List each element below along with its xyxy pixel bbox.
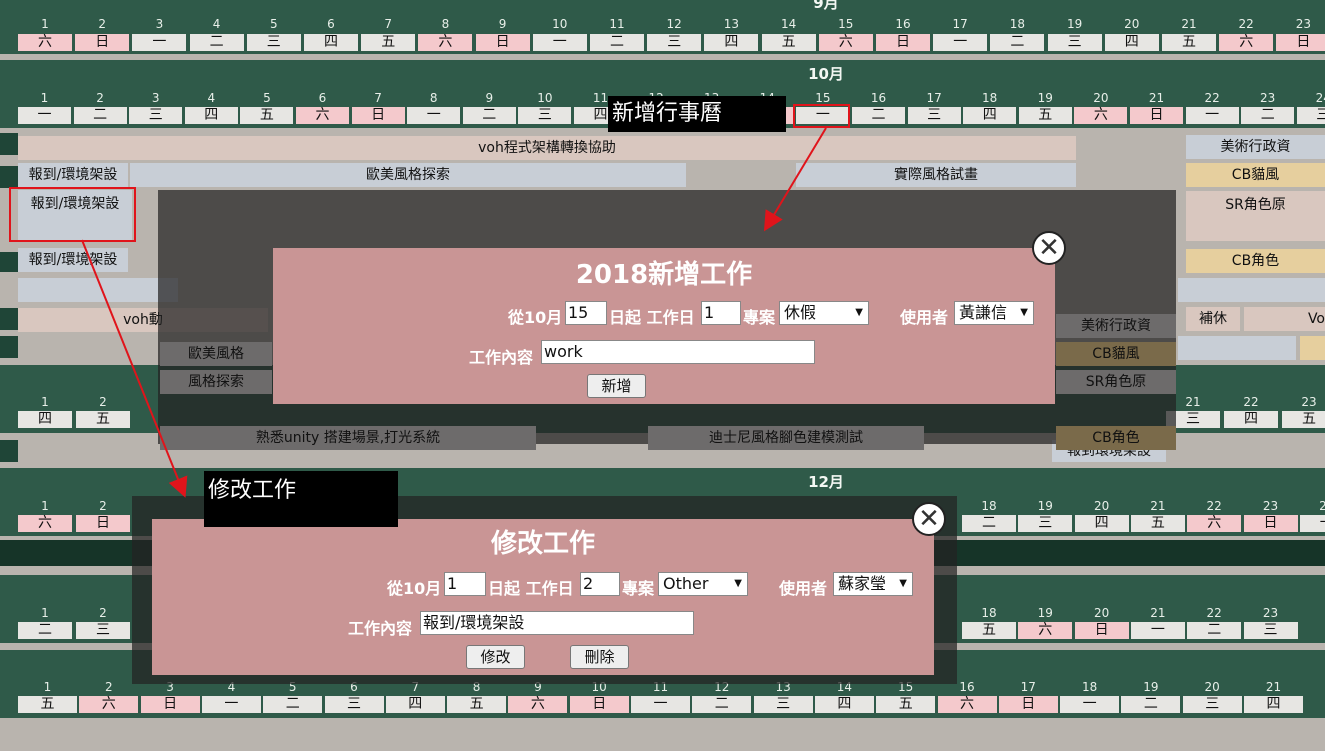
arrow-to-add-modal [763, 127, 827, 232]
annotation-arrows [81, 127, 827, 498]
arrow-to-edit-modal [81, 239, 188, 498]
